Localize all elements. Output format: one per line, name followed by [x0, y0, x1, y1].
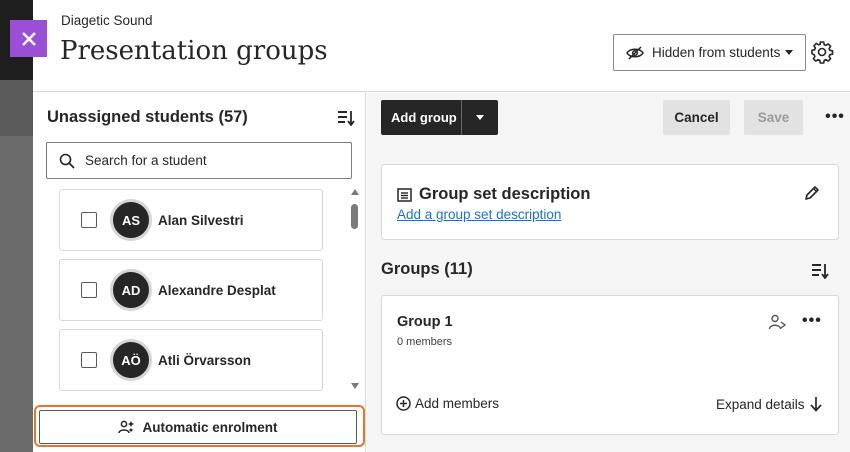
chevron-down-icon	[785, 50, 794, 55]
description-title: Group set description	[397, 185, 590, 204]
person-assign-icon[interactable]	[768, 313, 786, 331]
unassigned-panel: Unassigned students (57) AS Alan Silvest…	[33, 93, 366, 452]
list-icon	[397, 187, 412, 202]
student-list: AS Alan Silvestri AD Alexandre Desplat A…	[59, 189, 324, 393]
avatar: AÖ	[110, 339, 152, 381]
more-options-button[interactable]: •••	[825, 108, 845, 125]
student-card[interactable]: AÖ Atli Örvarsson	[59, 329, 323, 391]
add-group-label: Add group	[391, 110, 457, 125]
student-name: Alan Silvestri	[158, 212, 244, 228]
add-group-button[interactable]: Add group	[381, 100, 498, 135]
visibility-dropdown[interactable]: Hidden from students	[613, 34, 806, 71]
add-members-label: Add members	[415, 396, 500, 411]
group-card: Group 1 0 members ••• Add members Expand…	[381, 295, 839, 435]
visibility-label: Hidden from students	[652, 45, 781, 60]
gear-icon[interactable]	[810, 40, 834, 64]
close-icon	[21, 31, 36, 46]
group-name[interactable]: Group 1	[397, 314, 453, 330]
groups-title: Groups (11)	[381, 260, 473, 278]
student-checkbox[interactable]	[81, 212, 97, 228]
chevron-down-icon	[476, 115, 484, 120]
arrow-down-icon	[809, 397, 822, 412]
page-title: Presentation groups	[60, 36, 328, 66]
student-list-scrollbar[interactable]	[349, 189, 361, 389]
student-checkbox[interactable]	[81, 282, 97, 298]
groups-panel: Add group Cancel Save ••• Group set desc…	[367, 93, 850, 452]
student-name: Atli Örvarsson	[158, 352, 252, 368]
save-button[interactable]: Save	[744, 100, 803, 135]
scroll-down-icon[interactable]	[351, 383, 359, 389]
add-members-button[interactable]: Add members	[396, 396, 499, 411]
scroll-up-icon[interactable]	[351, 189, 359, 195]
group-set-description-card: Group set description Add a group set de…	[381, 164, 839, 240]
student-checkbox[interactable]	[81, 352, 97, 368]
student-card[interactable]: AD Alexandre Desplat	[59, 259, 323, 321]
automatic-enrolment-button[interactable]: Automatic enrolment	[39, 410, 357, 444]
group-member-count: 0 members	[397, 336, 453, 348]
close-button[interactable]	[10, 20, 47, 57]
add-description-link[interactable]: Add a group set description	[397, 207, 561, 222]
cancel-button[interactable]: Cancel	[663, 100, 730, 135]
scroll-thumb[interactable]	[351, 204, 358, 229]
group-more-button[interactable]: •••	[802, 312, 822, 330]
automatic-enrolment-label: Automatic enrolment	[142, 419, 278, 435]
avatar: AD	[110, 269, 152, 311]
avatar: AS	[110, 199, 152, 241]
background-page-band	[0, 80, 33, 136]
student-card[interactable]: AS Alan Silvestri	[59, 189, 323, 251]
add-group-menu-toggle[interactable]	[462, 115, 498, 120]
people-auto-icon	[118, 420, 135, 434]
expand-details-button[interactable]: Expand details	[716, 396, 823, 412]
eye-slash-icon	[626, 45, 644, 60]
search-input[interactable]	[85, 153, 325, 168]
course-name: Diagetic Sound	[61, 13, 153, 28]
background-page	[0, 0, 33, 452]
description-title-text: Group set description	[419, 185, 591, 203]
unassigned-title: Unassigned students (57)	[47, 108, 248, 126]
search-icon	[59, 153, 75, 169]
student-name: Alexandre Desplat	[158, 282, 276, 298]
pencil-icon[interactable]	[803, 184, 821, 202]
panel-header: Diagetic Sound Presentation groups Hidde…	[33, 0, 850, 92]
expand-details-label: Expand details	[716, 396, 805, 412]
plus-circle-icon	[396, 396, 411, 411]
sort-icon[interactable]	[811, 263, 829, 279]
sort-icon[interactable]	[337, 110, 355, 126]
student-search[interactable]	[46, 142, 352, 179]
